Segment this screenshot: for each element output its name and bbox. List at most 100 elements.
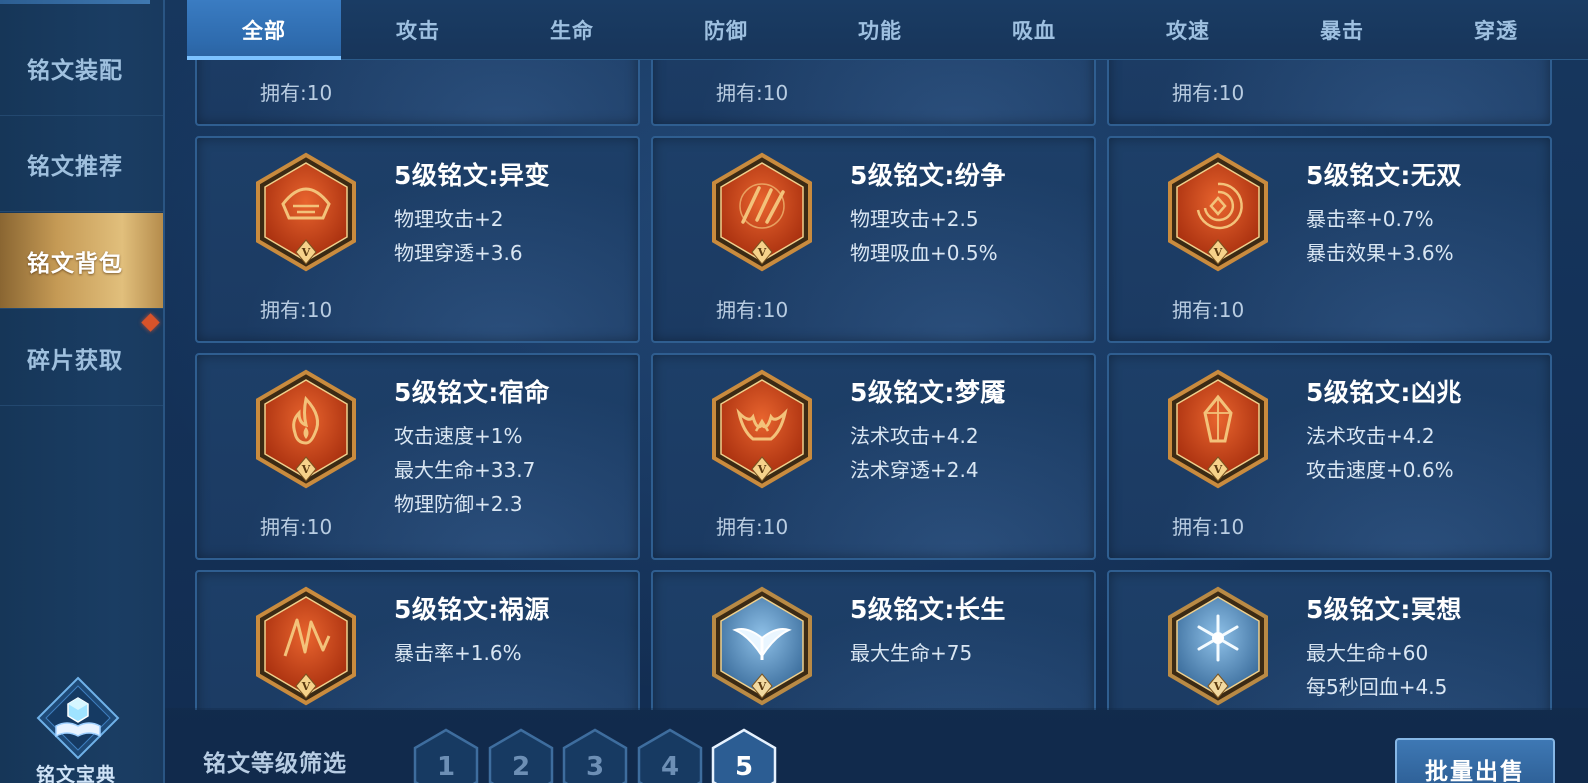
codex-book-icon[interactable] (36, 676, 120, 760)
inscription-stat-line: 物理防御+2.3 (394, 492, 523, 516)
level-filter-number: 4 (660, 752, 680, 782)
wings-emblem-icon: V (709, 586, 815, 706)
inscription-card[interactable]: V 5级铭文:长生最大生命+75 (651, 570, 1096, 710)
inscription-stat-line: 暴击率+0.7% (1306, 207, 1434, 231)
svg-text:V: V (757, 680, 767, 693)
level-filter-button-4[interactable]: 4 (637, 728, 703, 783)
level-filter-number: 3 (585, 752, 605, 782)
inscription-stat-line: 攻击速度+1% (394, 424, 523, 448)
inscription-card[interactable]: V 5级铭文:冥想最大生命+60 每5秒回血+4.5 (1107, 570, 1552, 710)
inscription-title: 5级铭文:纷争 (850, 161, 1006, 190)
category-tabs: 全部 攻击 生命 防御 功能 吸血 攻速 暴击 穿透 (187, 0, 1588, 60)
inscription-title: 5级铭文:祸源 (394, 595, 550, 624)
inscription-card[interactable]: V 5级铭文:祸源暴击率+1.6% (195, 570, 640, 710)
inscription-card[interactable]: V 5级铭文:宿命攻击速度+1% 最大生命+33.7 物理防御+2.3 拥有:10 (195, 353, 640, 560)
owned-count: 拥有:10 (1172, 81, 1245, 105)
inscription-stat-line: 法术攻击+4.2 (1306, 424, 1435, 448)
flame-emblem-icon: V (253, 369, 359, 489)
tab-health[interactable]: 生命 (495, 0, 649, 60)
sidebar-item-backpack[interactable]: 铭文背包 (0, 213, 163, 309)
svg-text:V: V (757, 246, 767, 259)
helmet-emblem-icon: V (253, 152, 359, 272)
inscription-title: 5级铭文:冥想 (1306, 595, 1462, 624)
inscription-card[interactable]: V 5级铭文:无双暴击率+0.7% 暴击效果+3.6% 拥有:10 (1107, 136, 1552, 343)
tab-defense[interactable]: 防御 (649, 0, 803, 60)
owned-count: 拥有:10 (716, 81, 789, 105)
level-filter-label: 铭文等级筛选 (203, 751, 347, 777)
svg-text:V: V (301, 246, 311, 259)
sidebar-item-fragments[interactable]: 碎片获取 (0, 310, 163, 406)
inscription-stat-line: 最大生命+75 (850, 641, 973, 665)
owned-count: 拥有:10 (1172, 515, 1245, 539)
batch-sell-button[interactable]: 批量出售 (1395, 738, 1555, 783)
crystal-emblem-icon: V (1165, 369, 1271, 489)
inscription-stat-line: 暴击率+1.6% (394, 641, 522, 665)
tab-all[interactable]: 全部 (187, 0, 341, 60)
inscription-screen: 铭文装配 铭文推荐 铭文背包 碎片获取 铭文宝典 全部 攻击 生命 防御 功能 … (0, 0, 1588, 783)
inscription-title: 5级铭文:长生 (850, 595, 1006, 624)
svg-text:V: V (301, 463, 311, 476)
inscription-stat-line: 最大生命+33.7 (394, 458, 536, 482)
inscription-stats: 法术攻击+4.2 攻击速度+0.6% (1306, 419, 1454, 487)
inscription-title: 5级铭文:异变 (394, 161, 550, 190)
inscription-stats: 最大生命+75 (850, 636, 972, 670)
inscription-card[interactable]: V 5级铭文:纷争 物理攻击+2.5 物理吸血+0.5% 拥有:10 (651, 136, 1096, 343)
inscription-title: 5级铭文:凶兆 (1306, 378, 1462, 407)
inscription-card[interactable]: V 5级铭文:异变物理攻击+2 物理穿透+3.6 拥有:10 (195, 136, 640, 343)
inscription-card[interactable]: 拥有:10 (651, 60, 1096, 126)
vortex-emblem-icon: V (1165, 152, 1271, 272)
footer-bar: 铭文等级筛选 1 2 3 4 5 批量出售 (165, 708, 1588, 783)
inscription-stat-line: 最大生命+60 (1306, 641, 1429, 665)
inscription-stat-line: 物理吸血+0.5% (850, 241, 998, 265)
demon-emblem-icon: V (709, 369, 815, 489)
tab-lifesteal[interactable]: 吸血 (957, 0, 1111, 60)
svg-text:V: V (1213, 680, 1223, 693)
owned-count: 拥有:10 (716, 515, 789, 539)
snowflake-emblem-icon: V (1165, 586, 1271, 706)
level-filter-number: 2 (511, 752, 531, 782)
tab-penetration[interactable]: 穿透 (1419, 0, 1573, 60)
inscription-title: 5级铭文:梦魇 (850, 378, 1006, 407)
level-filter-button-1[interactable]: 1 (413, 728, 479, 783)
inscription-stats: 最大生命+60 每5秒回血+4.5 (1306, 636, 1447, 704)
tab-attack[interactable]: 攻击 (341, 0, 495, 60)
owned-count: 拥有:10 (1172, 298, 1245, 322)
inscription-stats: 法术攻击+4.2 法术穿透+2.4 (850, 419, 979, 487)
inscription-card[interactable]: V 5级铭文:梦魇法术攻击+4.2 法术穿透+2.4 拥有:10 (651, 353, 1096, 560)
inscription-stat-line: 暴击效果+3.6% (1306, 241, 1454, 265)
inscription-stat-line: 法术穿透+2.4 (850, 458, 979, 482)
owned-count: 拥有:10 (260, 515, 333, 539)
inscription-card[interactable]: 拥有:10 (1107, 60, 1552, 126)
slash-emblem-icon: V (709, 152, 815, 272)
tab-critical[interactable]: 暴击 (1265, 0, 1419, 60)
inscription-stat-line: 物理攻击+2 (394, 207, 504, 231)
tab-attack-speed[interactable]: 攻速 (1111, 0, 1265, 60)
inscription-title: 5级铭文:无双 (1306, 161, 1462, 190)
sidebar: 铭文装配 铭文推荐 铭文背包 碎片获取 铭文宝典 (0, 0, 165, 783)
level-filter-button-5[interactable]: 5 (711, 728, 777, 783)
inscription-stats: 暴击率+0.7% 暴击效果+3.6% (1306, 202, 1454, 270)
svg-text:V: V (301, 680, 311, 693)
inscription-stat-line: 法术攻击+4.2 (850, 424, 979, 448)
inscription-grid[interactable]: 拥有:10 拥有:10 拥有:10 V 5级铭文:异变物理攻击+2 物理穿透+3.6 拥有:… (187, 60, 1588, 710)
codex-label[interactable]: 铭文宝典 (36, 760, 116, 783)
level-filter-number: 1 (436, 752, 456, 782)
sidebar-item-equip[interactable]: 铭文装配 (0, 20, 163, 116)
inscription-stats: 攻击速度+1% 最大生命+33.7 物理防御+2.3 (394, 419, 535, 521)
sidebar-item-recommend[interactable]: 铭文推荐 (0, 116, 163, 212)
inscription-title: 5级铭文:宿命 (394, 378, 550, 407)
tab-utility[interactable]: 功能 (803, 0, 957, 60)
level-filter-button-2[interactable]: 2 (488, 728, 554, 783)
inscription-stat-line: 物理穿透+3.6 (394, 241, 523, 265)
inscription-card[interactable]: 拥有:10 (195, 60, 640, 126)
owned-count: 拥有:10 (260, 81, 333, 105)
svg-text:V: V (1213, 463, 1223, 476)
inscription-card[interactable]: V 5级铭文:凶兆法术攻击+4.2 攻击速度+0.6% 拥有:10 (1107, 353, 1552, 560)
svg-text:V: V (1213, 246, 1223, 259)
owned-count: 拥有:10 (260, 298, 333, 322)
shards-emblem-icon: V (253, 586, 359, 706)
inscription-stat-line: 攻击速度+0.6% (1306, 458, 1454, 482)
inscription-stat-line: 每5秒回血+4.5 (1306, 675, 1448, 699)
level-filter-button-3[interactable]: 3 (562, 728, 628, 783)
inscription-stats: 暴击率+1.6% (394, 636, 522, 670)
